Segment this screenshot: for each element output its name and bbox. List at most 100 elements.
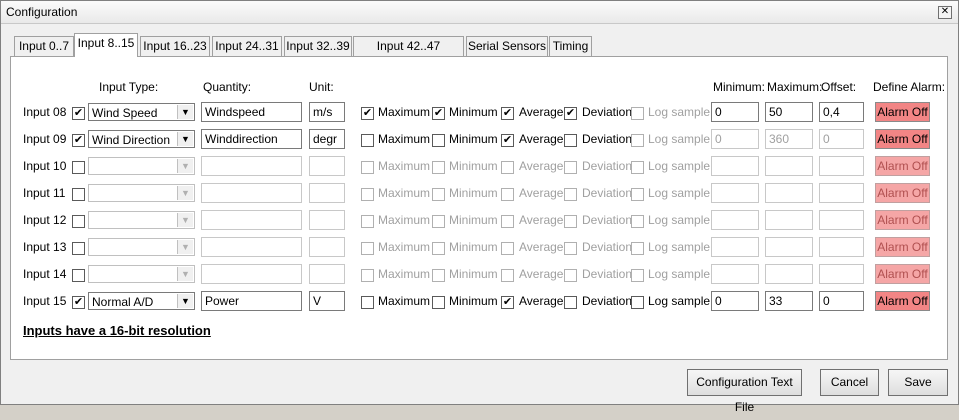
maximum-checkbox[interactable] — [361, 242, 374, 255]
enable-checkbox[interactable]: ✔ — [72, 107, 85, 120]
deviation-checkbox[interactable] — [564, 296, 577, 309]
chevron-down-icon[interactable]: ▼ — [177, 105, 193, 119]
log-sample-checkbox[interactable] — [631, 161, 644, 174]
chevron-down-icon[interactable]: ▼ — [177, 267, 193, 281]
tab-input-42-47-counters[interactable]: Input 42..47 Counters — [353, 36, 464, 71]
chevron-down-icon[interactable]: ▼ — [177, 132, 193, 146]
alarm-button[interactable]: Alarm Off — [875, 291, 930, 311]
tab-input-8-15[interactable]: Input 8..15 — [74, 33, 138, 57]
chevron-down-icon[interactable]: ▼ — [177, 159, 193, 173]
average-checkbox[interactable]: ✔ — [501, 296, 514, 309]
offset-field[interactable] — [819, 237, 864, 257]
close-icon[interactable]: ✕ — [938, 6, 952, 19]
unit-field[interactable] — [309, 156, 345, 176]
unit-field[interactable] — [309, 264, 345, 284]
maximum-checkbox[interactable] — [361, 188, 374, 201]
quantity-field[interactable] — [201, 210, 302, 230]
quantity-field[interactable] — [201, 264, 302, 284]
input-type-select[interactable]: ▼ — [88, 184, 195, 202]
unit-field[interactable] — [309, 210, 345, 230]
average-checkbox[interactable] — [501, 215, 514, 228]
unit-field[interactable]: V — [309, 291, 345, 311]
minimum-checkbox[interactable] — [432, 134, 445, 147]
unit-field[interactable] — [309, 237, 345, 257]
minimum-checkbox[interactable] — [432, 161, 445, 174]
offset-field[interactable]: 0 — [819, 129, 864, 149]
enable-checkbox[interactable]: ✔ — [72, 134, 85, 147]
tab-input-16-23[interactable]: Input 16..23 — [140, 36, 210, 56]
enable-checkbox[interactable] — [72, 188, 85, 201]
minimum-field[interactable] — [711, 183, 759, 203]
log-sample-checkbox[interactable] — [631, 296, 644, 309]
input-type-select[interactable]: Normal A/D ▼ — [88, 292, 195, 310]
minimum-checkbox[interactable] — [432, 188, 445, 201]
input-type-select[interactable]: Wind Direction ▼ — [88, 130, 195, 148]
log-sample-checkbox[interactable] — [631, 107, 644, 120]
offset-field[interactable] — [819, 156, 864, 176]
deviation-checkbox[interactable] — [564, 242, 577, 255]
quantity-field[interactable] — [201, 156, 302, 176]
quantity-field[interactable] — [201, 237, 302, 257]
title-bar[interactable]: Configuration ✕ — [1, 1, 958, 24]
average-checkbox[interactable]: ✔ — [501, 134, 514, 147]
minimum-checkbox[interactable] — [432, 296, 445, 309]
offset-field[interactable] — [819, 264, 864, 284]
maximum-field[interactable] — [765, 210, 813, 230]
save-button[interactable]: Save — [888, 369, 948, 396]
deviation-checkbox[interactable] — [564, 134, 577, 147]
maximum-field[interactable]: 50 — [765, 102, 813, 122]
maximum-checkbox[interactable] — [361, 296, 374, 309]
offset-field[interactable] — [819, 210, 864, 230]
offset-field[interactable]: 0 — [819, 291, 864, 311]
tab-serial-sensors[interactable]: Serial Sensors — [466, 36, 548, 56]
maximum-checkbox[interactable] — [361, 215, 374, 228]
tab-timing[interactable]: Timing — [549, 36, 592, 56]
minimum-field[interactable] — [711, 156, 759, 176]
log-sample-checkbox[interactable] — [631, 215, 644, 228]
input-type-select[interactable]: ▼ — [88, 211, 195, 229]
enable-checkbox[interactable] — [72, 215, 85, 228]
chevron-down-icon[interactable]: ▼ — [177, 240, 193, 254]
maximum-field[interactable]: 33 — [765, 291, 813, 311]
chevron-down-icon[interactable]: ▼ — [177, 213, 193, 227]
cancel-button[interactable]: Cancel — [820, 369, 879, 396]
minimum-field[interactable] — [711, 264, 759, 284]
quantity-field[interactable]: Windspeed — [201, 102, 302, 122]
tab-input-24-31[interactable]: Input 24..31 — [212, 36, 282, 56]
maximum-checkbox[interactable] — [361, 134, 374, 147]
average-checkbox[interactable] — [501, 188, 514, 201]
unit-field[interactable]: degr — [309, 129, 345, 149]
minimum-checkbox[interactable] — [432, 269, 445, 282]
offset-field[interactable]: 0,4 — [819, 102, 864, 122]
log-sample-checkbox[interactable] — [631, 134, 644, 147]
alarm-button[interactable]: Alarm Off — [875, 183, 930, 203]
minimum-field[interactable] — [711, 210, 759, 230]
input-type-select[interactable]: ▼ — [88, 238, 195, 256]
maximum-field[interactable] — [765, 237, 813, 257]
chevron-down-icon[interactable]: ▼ — [177, 294, 193, 308]
maximum-field[interactable] — [765, 156, 813, 176]
maximum-field[interactable] — [765, 264, 813, 284]
configuration-text-file-button[interactable]: Configuration Text File — [687, 369, 802, 414]
quantity-field[interactable] — [201, 183, 302, 203]
tab-input-0-7[interactable]: Input 0..7 — [14, 36, 74, 56]
average-checkbox[interactable]: ✔ — [501, 107, 514, 120]
input-type-select[interactable]: Wind Speed ▼ — [88, 103, 195, 121]
tab-input-32-39[interactable]: Input 32..39 — [284, 36, 352, 56]
deviation-checkbox[interactable]: ✔ — [564, 107, 577, 120]
deviation-checkbox[interactable] — [564, 269, 577, 282]
enable-checkbox[interactable] — [72, 269, 85, 282]
log-sample-checkbox[interactable] — [631, 188, 644, 201]
alarm-button[interactable]: Alarm Off — [875, 264, 930, 284]
deviation-checkbox[interactable] — [564, 188, 577, 201]
deviation-checkbox[interactable] — [564, 215, 577, 228]
minimum-checkbox[interactable] — [432, 242, 445, 255]
average-checkbox[interactable] — [501, 242, 514, 255]
quantity-field[interactable]: Winddirection — [201, 129, 302, 149]
maximum-checkbox[interactable]: ✔ — [361, 107, 374, 120]
enable-checkbox[interactable]: ✔ — [72, 296, 85, 309]
enable-checkbox[interactable] — [72, 242, 85, 255]
log-sample-checkbox[interactable] — [631, 269, 644, 282]
minimum-field[interactable]: 0 — [711, 102, 759, 122]
minimum-field[interactable]: 0 — [711, 129, 759, 149]
